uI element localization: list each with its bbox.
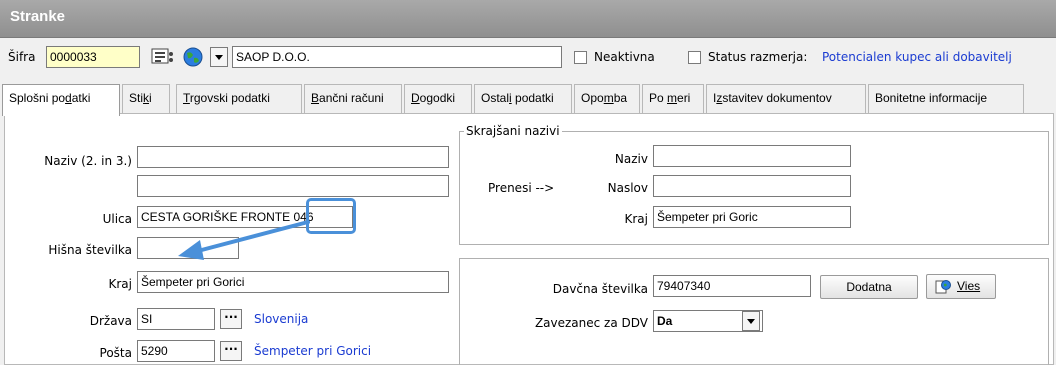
tab-trgovski-podatki[interactable]: Trgovski podatki (176, 84, 302, 114)
naziv-input-2[interactable] (137, 175, 449, 197)
ulica-label: Ulica (102, 212, 132, 226)
tab-dogodki[interactable]: Dogodki (404, 84, 472, 114)
hisna-stevilka-label: Hišna številka (48, 243, 132, 257)
posta-lookup-button[interactable]: ··· (220, 341, 242, 361)
short-naslov-label: Naslov (607, 181, 648, 195)
posta-label: Pošta (99, 346, 132, 360)
naziv-label: Naziv (2. in 3.) (44, 154, 132, 168)
short-kraj-input[interactable]: Šempeter pri Goric (653, 206, 851, 228)
posta-name-link[interactable]: Šempeter pri Gorici (254, 344, 371, 358)
vies-icon (935, 279, 951, 295)
davcna-stevilka-input[interactable]: 79407340 (653, 275, 811, 297)
company-name-input[interactable]: SAOP D.O.O. (232, 46, 562, 68)
globe-dropdown-button[interactable] (210, 47, 228, 67)
skrajsani-nazivi-legend: Skrajšani nazivi (464, 124, 562, 138)
drzava-lookup-button[interactable]: ··· (220, 309, 242, 329)
annotation-arrow (178, 220, 310, 260)
naziv-input-1[interactable] (137, 146, 449, 168)
davcna-stevilka-label: Davčna številka (552, 282, 648, 296)
window-title: Stranke (10, 8, 66, 25)
drzava-label: Država (89, 314, 132, 328)
dodatna-button[interactable]: Dodatna (820, 275, 918, 299)
status-link[interactable]: Potencialen kupec ali dobavitelj (822, 50, 1012, 64)
lookup-icon[interactable] (150, 46, 176, 68)
vies-label: Vies (957, 279, 981, 293)
window-titlebar: Stranke (0, 0, 1056, 38)
tab-opomba[interactable]: Opomba (574, 84, 640, 114)
short-naslov-input[interactable] (653, 175, 851, 197)
zavezanec-ddv-label: Zavezanec za DDV (534, 316, 648, 330)
sifra-label: Šifra (8, 50, 36, 64)
tab-bancni-racuni[interactable]: Bančni računi (304, 84, 402, 114)
tab-bonitetne-informacije[interactable]: Bonitetne informacije (868, 84, 1024, 114)
posta-input[interactable]: 5290 (137, 340, 215, 362)
kraj-label: Kraj (108, 277, 133, 291)
tab-ostali-podatki[interactable]: Ostali podatki (474, 84, 572, 114)
tab-izstavitev-dokumentov[interactable]: Izstavitev dokumentov (706, 84, 866, 114)
short-kraj-label: Kraj (624, 212, 649, 226)
vies-button[interactable]: Vies (926, 274, 996, 299)
globe-icon[interactable] (182, 46, 204, 68)
tab-stiki[interactable]: Stiki (122, 84, 170, 114)
prenesi-label: Prenesi --> (488, 181, 555, 195)
tab-splosni-podatki[interactable]: Splošni podatki (2, 84, 120, 116)
neaktivna-checkbox[interactable] (574, 51, 587, 64)
short-naziv-input[interactable] (653, 145, 851, 167)
sifra-input[interactable]: 0000033 (46, 46, 140, 68)
zavezanec-ddv-dropdown-button[interactable] (742, 311, 760, 331)
short-naziv-label: Naziv (614, 152, 648, 166)
drzava-input[interactable]: SI (137, 308, 215, 330)
status-label: Status razmerja: (708, 50, 808, 64)
tab-po-meri[interactable]: Po meri (642, 84, 704, 114)
drzava-name-link[interactable]: Slovenija (254, 312, 308, 326)
neaktivna-label: Neaktivna (594, 50, 655, 64)
status-checkbox[interactable] (688, 51, 701, 64)
kraj-input[interactable]: Šempeter pri Gorici (137, 271, 449, 293)
